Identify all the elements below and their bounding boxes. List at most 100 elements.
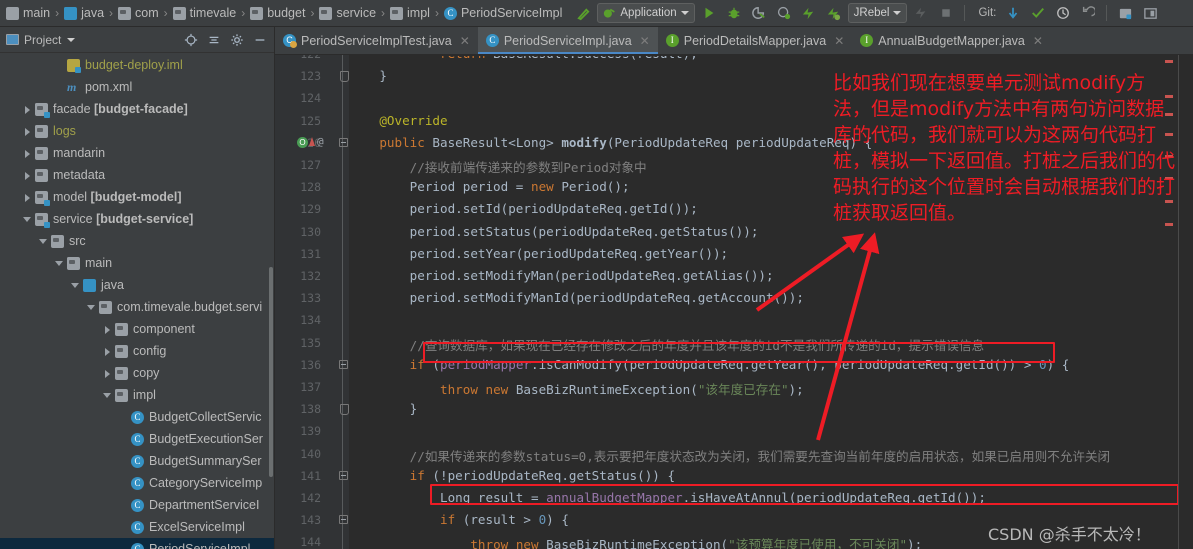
editor-tab-periodserviceimpltest[interactable]: C PeriodServiceImplTest.java ✕: [275, 27, 478, 54]
fold-marker[interactable]: [339, 71, 349, 83]
breadcrumb-item-timevale[interactable]: timevale: [172, 6, 236, 20]
tree-item-config[interactable]: config: [0, 340, 274, 362]
error-stripe-mark[interactable]: [1165, 60, 1173, 63]
chevron-down-icon[interactable]: [22, 214, 33, 225]
breadcrumb-item-service[interactable]: service: [319, 6, 376, 20]
locate-icon[interactable]: [183, 32, 199, 48]
debug-icon[interactable]: [723, 3, 745, 23]
search-everywhere-icon[interactable]: [1114, 3, 1136, 23]
tree-item-src[interactable]: src: [0, 230, 274, 252]
tree-item-model[interactable]: model [budget-model]: [0, 186, 274, 208]
tree-item-categoryserviceimp[interactable]: C CategoryServiceImp: [0, 472, 274, 494]
tree-item-facade[interactable]: facade [budget-facade]: [0, 98, 274, 120]
fold-marker[interactable]: [339, 404, 349, 416]
code-line-144[interactable]: throw new BaseBizRuntimeException("该预算年度…: [349, 534, 922, 549]
breadcrumb-item-budget[interactable]: budget: [250, 6, 305, 20]
chevron-down-icon[interactable]: [86, 302, 97, 313]
breadcrumb-item-periodserviceimpl[interactable]: C PeriodServiceImpl: [443, 6, 562, 20]
run-icon[interactable]: [698, 3, 720, 23]
code-line-123[interactable]: }: [349, 68, 387, 83]
tree-item-budget-deploy-iml[interactable]: budget-deploy.iml: [0, 54, 274, 76]
close-icon[interactable]: ✕: [834, 34, 844, 48]
chevron-down-icon[interactable]: [70, 280, 81, 291]
code-line-141[interactable]: if (!periodUpdateReq.getStatus()) {: [349, 468, 675, 483]
build-hammer-icon[interactable]: [572, 3, 594, 23]
code-line-130[interactable]: period.setStatus(periodUpdateReq.getStat…: [349, 224, 759, 239]
breadcrumb-item-com[interactable]: com: [118, 6, 159, 20]
tree-item-component[interactable]: component: [0, 318, 274, 340]
tree-item-copy[interactable]: copy: [0, 362, 274, 384]
code-line-125[interactable]: @Override: [349, 113, 447, 128]
code-line-122[interactable]: return BaseResult.success(result);: [349, 56, 698, 61]
editor-tab-periodserviceimpl[interactable]: C PeriodServiceImpl.java ✕: [477, 27, 658, 54]
close-icon[interactable]: ✕: [460, 34, 470, 48]
override-icon[interactable]: O: [297, 136, 308, 148]
project-tree[interactable]: budget-deploy.iml m pom.xml facade [budget-…: [0, 54, 274, 549]
code-line-142[interactable]: Long result = annualBudgetMapper.isHaveA…: [349, 490, 986, 505]
annotation-at-icon[interactable]: @: [317, 135, 324, 148]
code-line-138[interactable]: }: [349, 401, 418, 416]
chevron-right-icon[interactable]: [22, 192, 33, 203]
close-icon[interactable]: ✕: [1033, 34, 1043, 48]
chevron-down-icon[interactable]: [102, 390, 113, 401]
code-line-126[interactable]: public BaseResult<Long> modify(PeriodUpd…: [349, 135, 872, 150]
chevron-right-icon[interactable]: [102, 324, 113, 335]
code-line-127[interactable]: //接收前端传递来的参数到Period对象中: [349, 157, 647, 176]
layout-icon[interactable]: [1139, 3, 1161, 23]
implementing-method-arrow-icon[interactable]: [309, 136, 315, 146]
sidebar-scrollbar[interactable]: [269, 267, 273, 477]
chevron-right-icon[interactable]: [22, 104, 33, 115]
jrebel-debug-icon[interactable]: [823, 3, 845, 23]
code-line-137[interactable]: throw new BaseBizRuntimeException("该年度已存…: [349, 379, 804, 398]
editor-tab-perioddetailsmapper[interactable]: I PeriodDetailsMapper.java ✕: [658, 27, 853, 54]
git-history-icon[interactable]: [1052, 3, 1074, 23]
editor-tab-annualbudgetmapper[interactable]: I AnnualBudgetMapper.java ✕: [852, 27, 1051, 54]
chevron-right-icon[interactable]: [22, 148, 33, 159]
git-commit-icon[interactable]: [1027, 3, 1049, 23]
profiler-icon[interactable]: [773, 3, 795, 23]
chevron-down-icon[interactable]: [54, 258, 65, 269]
settings-gear-icon[interactable]: [229, 32, 245, 48]
run-with-coverage-icon[interactable]: [748, 3, 770, 23]
jrebel-run-icon[interactable]: [798, 3, 820, 23]
tree-item-logs[interactable]: logs: [0, 120, 274, 142]
code-line-128[interactable]: Period period = new Period();: [349, 179, 630, 194]
jrebel-stop-icon[interactable]: [910, 3, 932, 23]
chevron-right-icon[interactable]: [22, 126, 33, 137]
tree-item-main[interactable]: main: [0, 252, 274, 274]
chevron-right-icon[interactable]: [102, 368, 113, 379]
run-configuration-selector[interactable]: Application: [597, 3, 695, 23]
tree-item-metadata[interactable]: metadata: [0, 164, 274, 186]
tree-item-service[interactable]: service [budget-service]: [0, 208, 274, 230]
tree-item-com-timevale-budget-servi[interactable]: com.timevale.budget.servi: [0, 296, 274, 318]
hide-panel-icon[interactable]: [252, 32, 268, 48]
code-line-140[interactable]: //如果传递来的参数status=0,表示要把年度状态改为关闭，我们需要先查询当…: [349, 446, 1111, 465]
fold-marker[interactable]: [339, 137, 348, 147]
tree-item-excelserviceimpl[interactable]: C ExcelServiceImpl: [0, 516, 274, 538]
tree-item-budgetcollectservic[interactable]: C BudgetCollectServic: [0, 406, 274, 428]
close-icon[interactable]: ✕: [640, 34, 650, 48]
breadcrumb-item-impl[interactable]: impl: [390, 6, 430, 20]
chevron-down-icon[interactable]: [67, 37, 76, 42]
collapse-all-icon[interactable]: [206, 32, 222, 48]
tree-item-java[interactable]: java: [0, 274, 274, 296]
tree-item-departmentservicei[interactable]: C DepartmentServiceI: [0, 494, 274, 516]
stop-icon[interactable]: [935, 3, 957, 23]
git-update-icon[interactable]: [1002, 3, 1024, 23]
git-revert-icon[interactable]: [1077, 3, 1099, 23]
code-line-143[interactable]: if (result > 0) {: [349, 512, 569, 527]
chevron-right-icon[interactable]: [102, 346, 113, 357]
breadcrumb-item-main[interactable]: main: [6, 6, 50, 20]
chevron-right-icon[interactable]: [22, 170, 33, 181]
code-line-135[interactable]: //查询数据库，如果现在已经存在修改之后的年度并且该年度的id不是我们所传递的i…: [349, 335, 984, 354]
breadcrumb-item-java[interactable]: java: [64, 6, 104, 20]
fold-marker[interactable]: [339, 515, 348, 525]
tree-item-pom-xml[interactable]: m pom.xml: [0, 76, 274, 98]
fold-marker[interactable]: [339, 359, 348, 369]
code-line-132[interactable]: period.setModifyMan(periodUpdateReq.getA…: [349, 268, 774, 283]
fold-marker[interactable]: [339, 470, 348, 480]
jrebel-selector[interactable]: JRebel: [847, 3, 908, 23]
tree-item-impl[interactable]: impl: [0, 384, 274, 406]
tree-item-periodserviceimpl[interactable]: C PeriodServiceImpl: [0, 538, 274, 549]
code-line-131[interactable]: period.setYear(periodUpdateReq.getYear()…: [349, 246, 728, 261]
